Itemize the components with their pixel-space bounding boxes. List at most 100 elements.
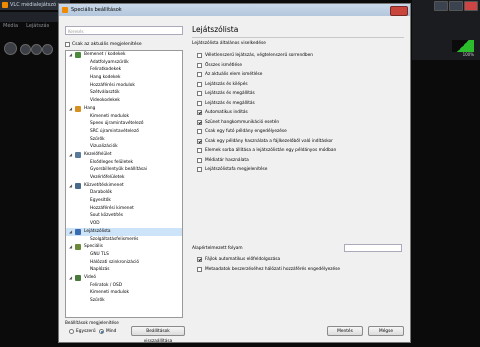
checkbox-box[interactable] bbox=[197, 91, 202, 97]
option-checkbox[interactable]: Csak egy példány használata a fájlkezelő… bbox=[197, 137, 407, 147]
tree-label: Szétválasztók bbox=[90, 90, 120, 96]
tree-item[interactable]: VOD bbox=[66, 220, 182, 228]
tree-item[interactable]: Naplózás bbox=[66, 266, 182, 274]
radio-simple[interactable]: Egyszerű bbox=[69, 329, 96, 334]
option-checkbox[interactable]: Összes ismétlése bbox=[197, 61, 407, 71]
tree-item[interactable]: Feliratok / OSD bbox=[66, 282, 182, 290]
tree-item[interactable]: Hang kodekek bbox=[66, 74, 182, 82]
cancel-button[interactable]: Mégse bbox=[368, 326, 404, 336]
expand-arrow-icon[interactable]: ◢ bbox=[69, 152, 72, 157]
radio-all-dot[interactable] bbox=[99, 329, 104, 334]
checkbox-box[interactable] bbox=[197, 157, 202, 163]
tree-item[interactable]: Elsődleges felületek bbox=[66, 159, 182, 167]
previous-button[interactable] bbox=[20, 44, 31, 55]
checkbox-box[interactable] bbox=[197, 119, 202, 125]
expand-arrow-icon[interactable]: ◢ bbox=[69, 275, 72, 280]
option-label: Médiatár használata bbox=[205, 157, 249, 163]
checkbox-box[interactable] bbox=[197, 110, 202, 116]
option-checkbox[interactable]: Metaadatok beszerzéséhez hálózati hozzáf… bbox=[197, 265, 407, 275]
tree-item[interactable]: Speex újramintavételező bbox=[66, 120, 182, 128]
option-checkbox[interactable]: Lejátszás és kilépés bbox=[197, 80, 407, 90]
tree-category[interactable]: ◢ Bemenet / kodekek bbox=[66, 51, 182, 59]
tree-item[interactable]: Vezérlőfelületek bbox=[66, 174, 182, 182]
checkbox-box[interactable] bbox=[197, 148, 202, 154]
option-checkbox[interactable]: Elemek sorba állítása a lejátszólistán e… bbox=[197, 146, 407, 156]
save-button[interactable]: Mentés bbox=[327, 326, 363, 336]
play-button[interactable] bbox=[4, 42, 17, 55]
only-current-box[interactable] bbox=[65, 42, 70, 47]
tree-category[interactable]: ◢ Speciális bbox=[66, 243, 182, 251]
maximize-button[interactable] bbox=[449, 1, 463, 11]
tree-item[interactable]: Kimeneti modulok bbox=[66, 289, 182, 297]
option-checkbox[interactable]: Az aktuális elem ismétlése bbox=[197, 70, 407, 80]
option-label: Csak egy futó példány engedélyezése bbox=[205, 129, 287, 135]
stop-button[interactable] bbox=[31, 44, 42, 55]
option-checkbox[interactable]: Lejátszás és megállítás bbox=[197, 99, 407, 109]
checkbox-box[interactable] bbox=[197, 266, 202, 272]
checkbox-box[interactable] bbox=[197, 129, 202, 135]
option-checkbox[interactable]: Fájlok automatikus előfeldolgozása bbox=[197, 255, 407, 265]
checkbox-box[interactable] bbox=[197, 72, 202, 78]
expand-arrow-icon[interactable]: ◢ bbox=[69, 106, 72, 111]
option-checkbox[interactable]: Médiatár használata bbox=[197, 156, 407, 166]
expand-arrow-icon[interactable]: ◢ bbox=[69, 245, 72, 249]
tree-item[interactable]: Kimeneti modulok bbox=[66, 113, 182, 121]
menu-media[interactable]: Média bbox=[3, 23, 18, 29]
option-checkbox[interactable]: Automatikus indítás bbox=[197, 108, 407, 118]
minimize-button[interactable] bbox=[434, 1, 448, 11]
radio-all[interactable]: Mind bbox=[99, 329, 116, 334]
tree-category[interactable]: ◢ Lejátszólista bbox=[66, 227, 182, 236]
tree-item[interactable]: Hozzáférési kimenet bbox=[66, 205, 182, 213]
checkbox-box[interactable] bbox=[197, 62, 202, 68]
tree-item[interactable]: Videokodekek bbox=[66, 97, 182, 105]
expand-arrow-icon[interactable]: ◢ bbox=[69, 229, 72, 234]
tree-category[interactable]: ◢ Videó bbox=[66, 274, 182, 282]
tree-label: Kimeneti modulok bbox=[90, 290, 130, 296]
tree-item[interactable]: Egyesítők bbox=[66, 197, 182, 205]
tree-item[interactable]: Gyorsbillentyűk beállításai bbox=[66, 166, 182, 174]
search-input[interactable]: Keresés bbox=[65, 26, 183, 35]
option-checkbox[interactable]: Csak egy futó példány engedélyezése bbox=[197, 127, 407, 137]
default-stream-input[interactable] bbox=[344, 244, 402, 252]
close-button[interactable] bbox=[464, 1, 478, 11]
checkbox-box[interactable] bbox=[197, 138, 202, 144]
checkbox-box[interactable] bbox=[197, 100, 202, 106]
tree-item[interactable]: Sout közvetítés bbox=[66, 212, 182, 220]
option-checkbox[interactable]: Lejátszólistafa megjelenítése bbox=[197, 165, 407, 175]
radio-simple-dot[interactable] bbox=[69, 329, 74, 334]
tree-item[interactable]: Szűrők bbox=[66, 297, 182, 305]
volume-slider[interactable] bbox=[452, 40, 474, 52]
only-current-checkbox[interactable]: Csak az aktuális megjelenítése bbox=[65, 42, 142, 47]
category-tree[interactable]: ◢ Bemenet / kodekek Adatfolyamszűrők Felira… bbox=[65, 50, 183, 318]
dialog-close-button[interactable] bbox=[390, 6, 408, 16]
option-checkbox[interactable]: Lejátszás és megállítás bbox=[197, 89, 407, 99]
option-checkbox[interactable]: Szünet hangkommunikáció esetén bbox=[197, 118, 407, 128]
checkbox-box[interactable] bbox=[197, 257, 202, 263]
tree-item[interactable]: GNU TLS bbox=[66, 251, 182, 259]
default-stream-label: Alapértelmezett folyam bbox=[192, 246, 243, 251]
tree-item[interactable]: Szétválasztók bbox=[66, 89, 182, 97]
menu-playback[interactable]: Lejátszás bbox=[26, 23, 49, 29]
checkbox-box[interactable] bbox=[197, 81, 202, 87]
tree-item[interactable]: Adatfolyamszűrők bbox=[66, 59, 182, 67]
tree-item[interactable]: Szűrők bbox=[66, 136, 182, 144]
reset-preferences-button[interactable]: Beállítások visszaállítása bbox=[131, 326, 185, 344]
expand-arrow-icon[interactable]: ◢ bbox=[69, 183, 72, 188]
tree-item[interactable]: Szolgáltatásfelismerés bbox=[66, 236, 182, 244]
next-button[interactable] bbox=[42, 44, 53, 55]
tree-category[interactable]: ◢ Kezelőfelület bbox=[66, 151, 182, 159]
option-label: Elemek sorba állítása a lejátszólistán e… bbox=[205, 148, 337, 154]
tree-item[interactable]: SRC újramintavételező bbox=[66, 128, 182, 136]
tree-item[interactable]: Hozzáférési modulok bbox=[66, 82, 182, 90]
tree-item[interactable]: Darabolók bbox=[66, 189, 182, 197]
checkbox-box[interactable] bbox=[197, 167, 202, 173]
checkbox-box[interactable] bbox=[197, 53, 202, 59]
tree-item[interactable]: Hálózati szinkronizáció bbox=[66, 259, 182, 267]
tree-label: SRC újramintavételező bbox=[90, 128, 139, 134]
tree-category[interactable]: ◢ Hang bbox=[66, 105, 182, 113]
tree-item[interactable]: Feliratkodekek bbox=[66, 66, 182, 74]
tree-item[interactable]: Vizualizációk bbox=[66, 143, 182, 151]
tree-category[interactable]: ◢ Közvetítéskimenet bbox=[66, 182, 182, 190]
option-checkbox[interactable]: Véletlenszerű lejátszás, végtelenszerű s… bbox=[197, 51, 407, 61]
expand-arrow-icon[interactable]: ◢ bbox=[69, 53, 72, 57]
